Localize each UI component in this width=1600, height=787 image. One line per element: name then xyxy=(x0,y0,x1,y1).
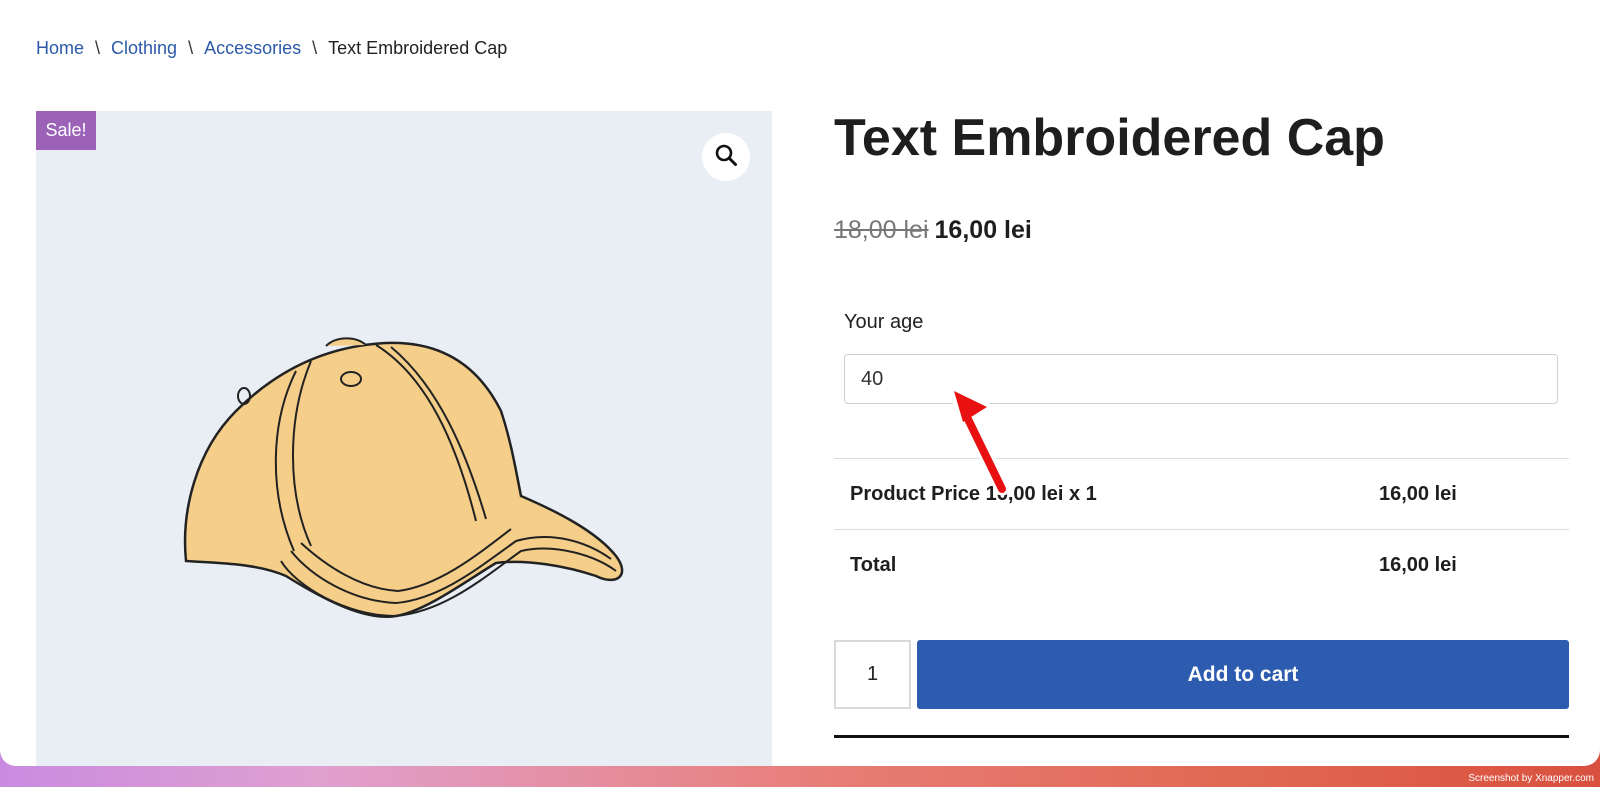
quantity-input[interactable] xyxy=(834,640,911,709)
zoom-button[interactable] xyxy=(702,133,750,181)
breadcrumb-home[interactable]: Home xyxy=(36,38,84,58)
product-gallery[interactable]: Sale! xyxy=(36,111,772,766)
table-row: Total 16,00 lei xyxy=(834,530,1569,600)
breadcrumb-separator: \ xyxy=(95,38,101,58)
product-price-value: 16,00 lei xyxy=(1379,483,1457,505)
regular-price: 18,00 lei xyxy=(834,216,929,244)
breadcrumb-current: Text Embroidered Cap xyxy=(328,38,508,58)
search-icon xyxy=(714,143,738,172)
divider xyxy=(834,735,1569,738)
product-title: Text Embroidered Cap xyxy=(834,109,1385,167)
total-value: 16,00 lei xyxy=(1379,554,1457,576)
price-totals-table: Product Price 16,00 lei x 1 16,00 lei To… xyxy=(834,458,1569,600)
breadcrumb-accessories[interactable]: Accessories xyxy=(204,38,301,58)
add-to-cart-button[interactable]: Add to cart xyxy=(917,640,1569,709)
product-price: 18,00 lei 16,00 lei xyxy=(834,216,1032,245)
age-label: Your age xyxy=(844,311,924,333)
screenshot-credit: Screenshot by Xnapper.com xyxy=(1468,773,1594,784)
sale-price: 16,00 lei xyxy=(934,216,1032,244)
cap-image xyxy=(183,337,624,618)
breadcrumb-separator: \ xyxy=(188,38,194,58)
breadcrumb-clothing[interactable]: Clothing xyxy=(111,38,177,58)
breadcrumb-separator: \ xyxy=(312,38,318,58)
total-label: Total xyxy=(850,554,897,576)
sale-badge: Sale! xyxy=(36,111,96,150)
browser-page: Home \ Clothing \ Accessories \ Text Embroider… xyxy=(0,0,1600,766)
table-row: Product Price 16,00 lei x 1 16,00 lei xyxy=(834,459,1569,530)
breadcrumb: Home \ Clothing \ Accessories \ Text Embroider… xyxy=(36,38,507,59)
annotation-arrow-icon xyxy=(950,386,1009,495)
